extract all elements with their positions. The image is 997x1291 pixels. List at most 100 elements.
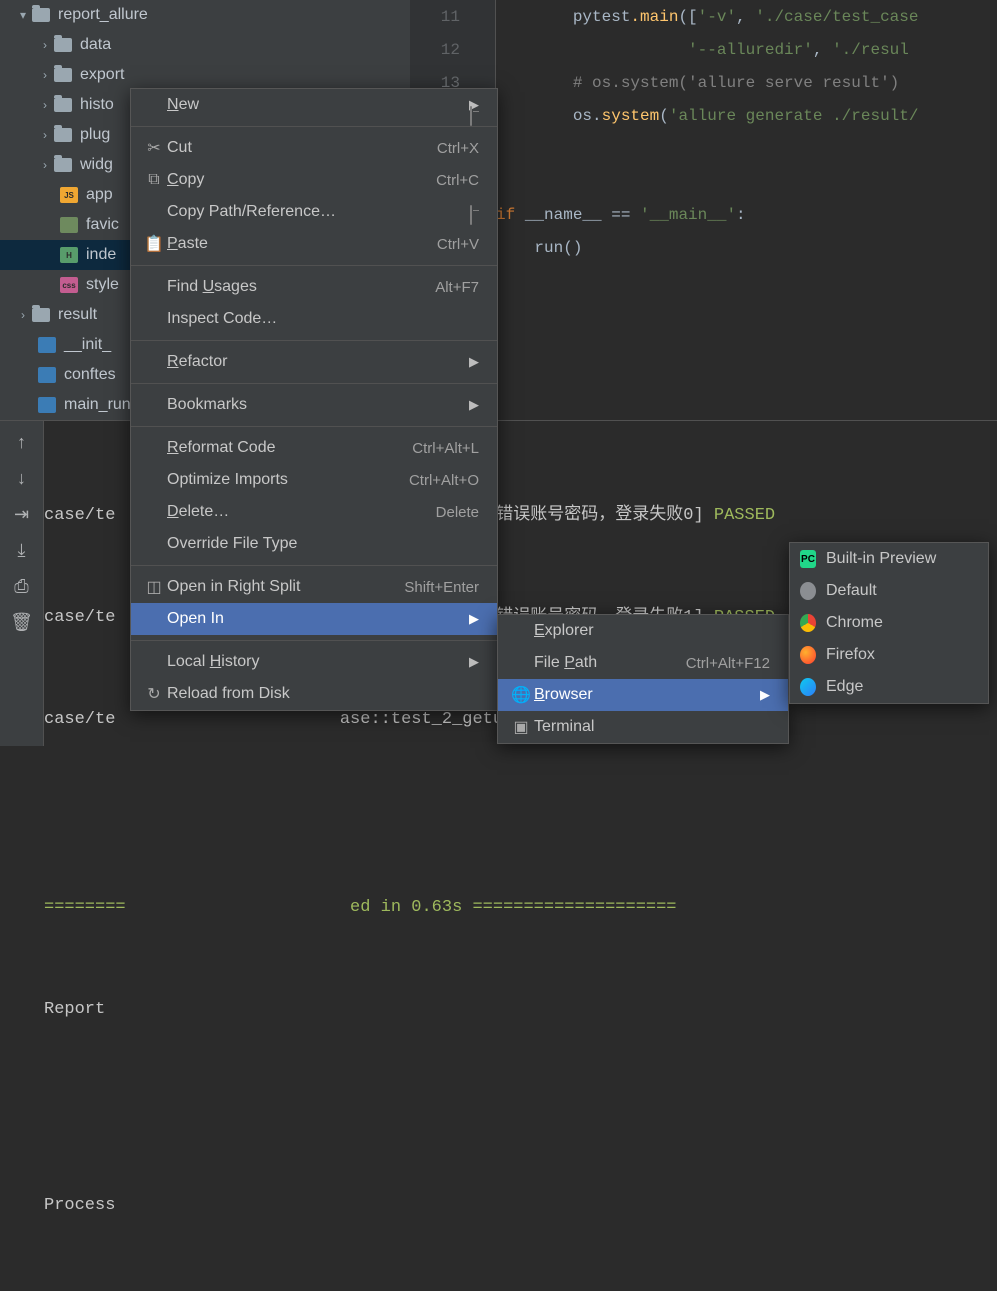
code-line[interactable]: 11 pytest.main(['-v', './case/test_case: [410, 0, 997, 33]
menu-item-copy-path-reference[interactable]: Copy Path/Reference…: [131, 196, 497, 228]
menu-item-label: Open in Right Split: [167, 578, 404, 596]
menu-item-refactor[interactable]: Refactor▶: [131, 346, 497, 378]
menu-item-cut[interactable]: ✂CutCtrl+X: [131, 132, 497, 164]
menu-item-file-path[interactable]: File PathCtrl+Alt+F12: [498, 647, 788, 679]
arrow-down-icon[interactable]: ↓: [7, 463, 37, 493]
fold-icon[interactable]: [470, 205, 472, 225]
fold-gutter[interactable]: [470, 107, 496, 125]
menu-shortcut: Alt+F7: [435, 279, 479, 296]
menu-shortcut: Ctrl+Alt+O: [409, 472, 479, 489]
code-editor[interactable]: 11 pytest.main(['-v', './case/test_case1…: [410, 0, 997, 420]
menu-shortcut: Delete: [436, 504, 479, 521]
print-icon[interactable]: ⎙: [7, 571, 37, 601]
default-icon: [800, 582, 826, 600]
tree-label: conftes: [64, 366, 116, 384]
tree-label: main_run: [64, 396, 131, 414]
folder-icon: [54, 38, 72, 52]
ico-file-icon: [60, 217, 78, 233]
menu-item-chrome[interactable]: Chrome: [790, 607, 988, 639]
menu-item-label: Browser: [534, 686, 754, 704]
code-line[interactable]: os.system('allure generate ./result/: [410, 99, 997, 132]
menu-item-delete[interactable]: Delete…Delete: [131, 496, 497, 528]
menu-item-label: Cut: [167, 139, 437, 157]
menu-item-label: Paste: [167, 235, 437, 253]
menu-item-explorer[interactable]: Explorer: [498, 615, 788, 647]
chevron-right-icon: ›: [36, 156, 54, 174]
tree-item[interactable]: ›export: [0, 60, 410, 90]
js-file-icon: JS: [60, 187, 78, 203]
menu-shortcut: Ctrl+X: [437, 140, 479, 157]
menu-item-inspect-code[interactable]: Inspect Code…: [131, 303, 497, 335]
code-line[interactable]: [410, 132, 997, 165]
menu-item-copy[interactable]: ⧉CopyCtrl+C: [131, 164, 497, 196]
menu-item-reload-from-disk[interactable]: ↻Reload from Disk: [131, 678, 497, 710]
menu-item-label: Copy Path/Reference…: [167, 203, 479, 221]
menu-item-firefox[interactable]: Firefox: [790, 639, 988, 671]
browser-submenu[interactable]: PCBuilt-in PreviewDefault Chrome Firefox Ed…: [789, 542, 989, 704]
code-line[interactable]: 13 # os.system('allure serve result'): [410, 66, 997, 99]
submenu-arrow-icon: ▶: [469, 611, 479, 627]
reload-icon: ↻: [141, 684, 167, 704]
tree-label: plug: [80, 126, 110, 144]
arrow-up-icon[interactable]: ↑: [7, 427, 37, 457]
code-text: if __name__ == '__main__':: [496, 206, 746, 224]
menu-item-default[interactable]: Default: [790, 575, 988, 607]
menu-item-label: Edge: [826, 678, 970, 696]
menu-item-label: Inspect Code…: [167, 310, 479, 328]
tree-label: result: [58, 306, 97, 324]
menu-item-label: Override File Type: [167, 535, 479, 553]
menu-separator: [131, 340, 497, 341]
menu-item-label: Chrome: [826, 614, 970, 632]
wrap-icon[interactable]: ⇥: [7, 499, 37, 529]
tree-label: inde: [86, 246, 116, 264]
pc-icon: PC: [800, 550, 826, 568]
menu-shortcut: Ctrl+V: [437, 236, 479, 253]
menu-item-label: Reformat Code: [167, 439, 412, 457]
menu-separator: [131, 126, 497, 127]
menu-item-override-file-type[interactable]: Override File Type: [131, 528, 497, 560]
menu-item-paste[interactable]: 📋PasteCtrl+V: [131, 228, 497, 260]
line-number: 12: [410, 41, 470, 59]
submenu-arrow-icon: ▶: [469, 397, 479, 413]
chrome-icon: [800, 614, 826, 632]
tree-label: __init_: [64, 336, 111, 354]
download-icon[interactable]: ⤓: [7, 535, 37, 565]
open-in-submenu[interactable]: ExplorerFile PathCtrl+Alt+F12🌐Browser▶▣T…: [497, 614, 789, 744]
folder-icon: [54, 68, 72, 82]
menu-item-find-usages[interactable]: Find UsagesAlt+F7: [131, 271, 497, 303]
menu-shortcut: Ctrl+Alt+L: [412, 440, 479, 457]
menu-item-label: Reload from Disk: [167, 685, 479, 703]
menu-item-reformat-code[interactable]: Reformat CodeCtrl+Alt+L: [131, 432, 497, 464]
folder-icon: [32, 308, 50, 322]
menu-item-open-in[interactable]: Open In▶: [131, 603, 497, 635]
menu-item-open-in-right-split[interactable]: ◫Open in Right SplitShift+Enter: [131, 571, 497, 603]
context-menu[interactable]: New▶✂CutCtrl+X⧉CopyCtrl+CCopy Path/Refer…: [130, 88, 498, 711]
menu-item-built-in-preview[interactable]: PCBuilt-in Preview: [790, 543, 988, 575]
code-line[interactable]: 12 '--alluredir', './resul: [410, 33, 997, 66]
menu-item-browser[interactable]: 🌐Browser▶: [498, 679, 788, 711]
html-file-icon: H: [60, 247, 78, 263]
menu-item-new[interactable]: New▶: [131, 89, 497, 121]
menu-item-bookmarks[interactable]: Bookmarks▶: [131, 389, 497, 421]
menu-item-label: Delete…: [167, 503, 436, 521]
menu-item-optimize-imports[interactable]: Optimize ImportsCtrl+Alt+O: [131, 464, 497, 496]
tree-item[interactable]: ›data: [0, 30, 410, 60]
menu-separator: [131, 265, 497, 266]
menu-item-label: Firefox: [826, 646, 970, 664]
menu-item-terminal[interactable]: ▣Terminal: [498, 711, 788, 743]
menu-item-label: New: [167, 96, 463, 114]
menu-shortcut: Shift+Enter: [404, 579, 479, 596]
globe-icon: 🌐: [508, 685, 534, 705]
folder-icon: [54, 158, 72, 172]
code-line[interactable]: run(): [410, 231, 997, 264]
tree-folder-root[interactable]: ▾ report_allure: [0, 0, 410, 30]
fold-icon[interactable]: [470, 106, 472, 126]
code-line[interactable]: [410, 165, 997, 198]
code-line[interactable]: if __name__ == '__main__':: [410, 198, 997, 231]
code-text: run(): [496, 239, 582, 257]
menu-item-edge[interactable]: Edge: [790, 671, 988, 703]
menu-item-local-history[interactable]: Local History▶: [131, 646, 497, 678]
fold-gutter[interactable]: [470, 206, 496, 224]
trash-icon[interactable]: 🗑: [7, 607, 37, 637]
term-icon: ▣: [508, 717, 534, 737]
